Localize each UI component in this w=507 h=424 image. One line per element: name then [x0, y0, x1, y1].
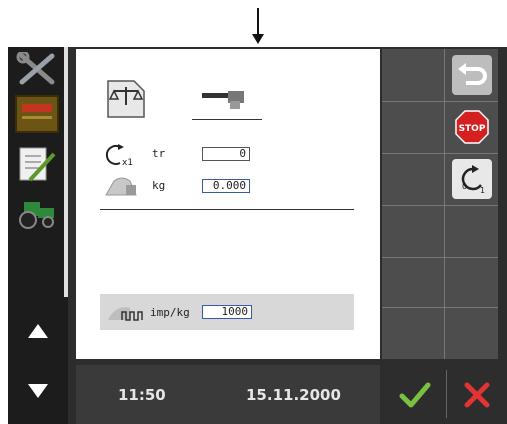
wrench-icon[interactable]: [16, 52, 58, 86]
scale-calibration-panel: x1 tr 0 kg 0.000 imp/kg 1000: [76, 49, 380, 359]
reset-icon: 0 1: [461, 165, 485, 195]
confirm-divider: [446, 370, 447, 418]
turns-field[interactable]: 0: [202, 147, 250, 161]
hopper-underline: [192, 119, 262, 120]
section-divider: [100, 209, 354, 210]
weight-icon: [105, 177, 137, 196]
scale-doc-icon[interactable]: [104, 79, 148, 119]
back-icon: [458, 63, 487, 85]
tractor-icon[interactable]: [16, 196, 58, 230]
back-button[interactable]: [452, 55, 492, 95]
reset-button[interactable]: 0 1: [452, 159, 492, 199]
rotation-icon: x1: [105, 144, 133, 167]
arrow-down-icon[interactable]: [26, 382, 50, 400]
stop-button[interactable]: STOP: [452, 107, 492, 147]
down-arrow-icon: [252, 8, 264, 44]
weight-field[interactable]: 0.000: [202, 179, 250, 193]
left-divider: [64, 47, 68, 297]
softkey-grid: STOP 0 1: [382, 49, 498, 359]
hopper-icon[interactable]: [194, 87, 254, 113]
checklist-icon[interactable]: [16, 144, 58, 184]
arrow-up-icon[interactable]: [26, 322, 50, 340]
impulse-icon: [108, 307, 143, 321]
weight-unit: kg: [152, 179, 166, 192]
clock-date: 15.11.2000: [246, 386, 341, 404]
settings-book-icon[interactable]: [14, 94, 60, 134]
turns-multiplier: x1: [122, 158, 133, 167]
stop-icon: STOP: [455, 110, 489, 144]
svg-text:1: 1: [480, 186, 485, 195]
svg-text:STOP: STOP: [459, 124, 486, 134]
svg-text:0: 0: [462, 182, 467, 191]
turns-unit: tr: [152, 147, 166, 160]
cross-icon[interactable]: [462, 380, 492, 410]
check-icon[interactable]: [398, 380, 432, 410]
clock-time: 11:50: [118, 386, 166, 404]
imp-field[interactable]: 1000: [202, 305, 252, 319]
imp-unit: imp/kg: [150, 306, 190, 319]
